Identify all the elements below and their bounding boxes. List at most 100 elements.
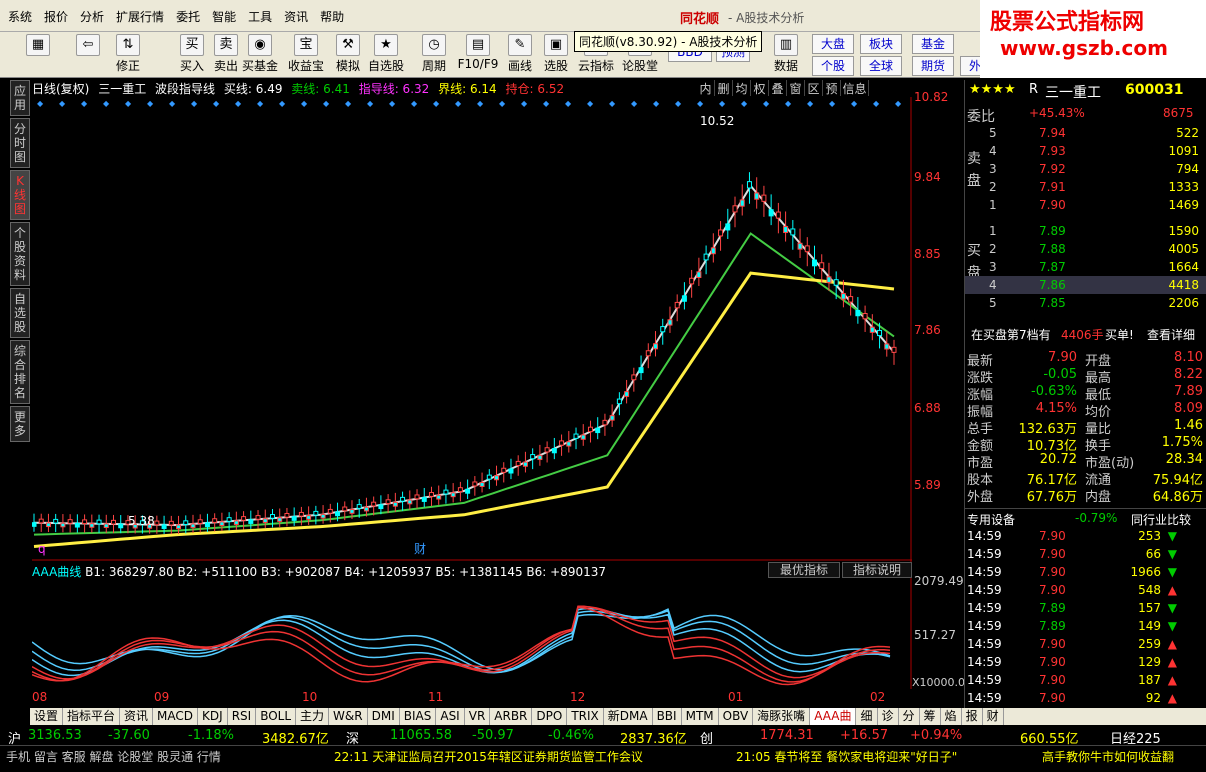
news-item-1[interactable]: 22:11 天津证监局召开2015年辖区证券期货监管工作会议: [334, 748, 643, 765]
nav-tab-2[interactable]: K线图: [10, 170, 30, 220]
sh-index[interactable]: 3136.53: [28, 728, 82, 743]
toolbar-button-15[interactable]: ▥ 数据: [768, 34, 804, 76]
menu-item-5[interactable]: 智能: [212, 8, 236, 25]
toolbar-button-2[interactable]: ⇅ 修正: [110, 34, 146, 76]
nav-tab-1[interactable]: 分时图: [10, 118, 30, 168]
indicator-tab-6[interactable]: BOLL: [256, 708, 297, 725]
chart-tab-5[interactable]: 窗: [787, 80, 805, 96]
menu-item-8[interactable]: 帮助: [320, 8, 344, 25]
toolbar-button-9[interactable]: ◷ 周期: [416, 34, 452, 76]
indicator-tab-0[interactable]: 设置: [30, 708, 64, 725]
indicator-tab-15[interactable]: TRIX: [567, 708, 604, 725]
toolbar-button-10[interactable]: ▤ F10/F9: [456, 34, 500, 76]
level-price[interactable]: 7.87: [1039, 260, 1066, 274]
toolbar-small-2[interactable]: 大盘: [812, 34, 854, 54]
nav-tab-4[interactable]: 自选股: [10, 288, 30, 338]
indicator-tab-20[interactable]: 海豚张嘴: [753, 708, 811, 725]
menu-item-2[interactable]: 分析: [80, 8, 104, 25]
toolbar-button-11[interactable]: ✎ 画线: [502, 34, 538, 76]
indicator-tab-5[interactable]: RSI: [228, 708, 257, 725]
period-label[interactable]: 日线(复权): [32, 82, 89, 96]
indicator-tab-18[interactable]: MTM: [682, 708, 719, 725]
indicator-tab-3[interactable]: MACD: [153, 708, 199, 725]
indicator-tab-16[interactable]: 新DMA: [604, 708, 653, 725]
indicator-tab-8[interactable]: W&R: [329, 708, 368, 725]
toolbar-button-6[interactable]: 宝收益宝: [288, 34, 324, 76]
toolbar-small-6[interactable]: 全球: [860, 56, 902, 76]
indicator-tab-7[interactable]: 主力: [296, 708, 330, 725]
chart-tab-7[interactable]: 预: [823, 80, 841, 96]
indicator-tab-17[interactable]: BBI: [653, 708, 682, 725]
indicator-tab-23[interactable]: 诊: [878, 708, 899, 725]
toolbar-button-1[interactable]: ⇦: [70, 34, 106, 76]
sector-name[interactable]: 专用设备: [967, 511, 1015, 528]
toolbar-button-5[interactable]: ◉ 买基金: [242, 34, 278, 76]
chart-tab-3[interactable]: 权: [751, 80, 769, 96]
news-item-2[interactable]: 21:05 春节将至 餐饮家电将迎来"好日子": [736, 748, 957, 765]
toolbar-button-4[interactable]: 卖卖出: [208, 34, 244, 76]
kline-chart[interactable]: ◆ ◆ ◆ ◆ ◆ ◆ ◆ ◆ ◆ ◆ ◆ ◆ ◆ ◆ ◆ ◆ ◆ ◆ ◆ ◆ ◆ ◆ ◆ ◆ ◆ ◆ ◆ ◆ ◆ ◆ ◆ ◆ ◆ ◆ ◆ ◆ ◆ ◆ ◆ ◆…: [32, 97, 912, 689]
indicator-tab-12[interactable]: VR: [465, 708, 491, 725]
toolbar-small-5[interactable]: 个股: [812, 56, 854, 76]
menu-item-3[interactable]: 扩展行情: [116, 8, 164, 25]
indicator-tab-22[interactable]: 细: [856, 708, 878, 725]
indicator-tab-19[interactable]: OBV: [719, 708, 754, 725]
indicator-tab-26[interactable]: 焰: [941, 708, 962, 725]
level-price[interactable]: 7.89: [1039, 224, 1066, 238]
toolbar-button-0[interactable]: ▦: [20, 34, 56, 76]
indicator-name[interactable]: 波段指导线: [155, 82, 215, 96]
toolbar-button-7[interactable]: ⚒ 模拟: [330, 34, 366, 76]
toolbar-button-3[interactable]: 买买入: [174, 34, 210, 76]
toolbar-small-4[interactable]: 基金: [912, 34, 954, 54]
indicator-tab-9[interactable]: DMI: [368, 708, 400, 725]
indicator-tab-11[interactable]: ASI: [436, 708, 465, 725]
nav-tab-6[interactable]: 更多: [10, 406, 30, 442]
indicator-tab-25[interactable]: 筹: [920, 708, 941, 725]
menu-item-0[interactable]: 系统: [8, 8, 32, 25]
level-price[interactable]: 7.94: [1039, 126, 1066, 140]
note-buy[interactable]: 买单!: [1105, 326, 1134, 343]
menu-item-4[interactable]: 委托: [176, 8, 200, 25]
level-price[interactable]: 7.91: [1039, 180, 1066, 194]
indicator-tab-13[interactable]: ARBR: [490, 708, 533, 725]
indicator-tab-24[interactable]: 分: [899, 708, 920, 725]
indicator-tab-27[interactable]: 报: [962, 708, 983, 725]
chart-tab-4[interactable]: 叠: [769, 80, 787, 96]
best-indicator-button[interactable]: 最优指标: [768, 562, 840, 578]
toolbar-button-12[interactable]: ▣ 选股: [538, 34, 574, 76]
toolbar-button-8[interactable]: ★ 自选股: [368, 34, 404, 76]
nav-tab-3[interactable]: 个股资料: [10, 222, 30, 286]
indicator-tab-28[interactable]: 财: [983, 708, 1004, 725]
menu-item-1[interactable]: 报价: [44, 8, 68, 25]
chart-tab-8[interactable]: 信息: [841, 80, 869, 96]
indicator-tab-1[interactable]: 指标平台: [63, 708, 121, 725]
nav-tab-5[interactable]: 综合排名: [10, 340, 30, 404]
level-price[interactable]: 7.85: [1039, 296, 1066, 310]
chart-tab-6[interactable]: 区: [805, 80, 823, 96]
nav-tab-0[interactable]: 应用: [10, 80, 30, 116]
chart-tab-1[interactable]: 删: [715, 80, 733, 96]
news-item-3[interactable]: 高手教你牛市如何收益翻: [1042, 748, 1174, 765]
level-price[interactable]: 7.93: [1039, 144, 1066, 158]
cy-index[interactable]: 1774.31: [760, 728, 814, 743]
indicator-tab-14[interactable]: DPO: [532, 708, 568, 725]
level-price[interactable]: 7.92: [1039, 162, 1066, 176]
indicator-tab-21[interactable]: AAA曲: [810, 708, 857, 725]
menu-item-7[interactable]: 资讯: [284, 8, 308, 25]
level-price[interactable]: 7.86: [1039, 278, 1066, 292]
indicator-help-button[interactable]: 指标说明: [842, 562, 912, 578]
toolbar-small-7[interactable]: 期货: [912, 56, 954, 76]
indicator-tab-4[interactable]: KDJ: [198, 708, 228, 725]
industry-compare-button[interactable]: 同行业比较: [1131, 511, 1191, 528]
quick-links[interactable]: 手机 留言 客服 解盘 论股堂 股灵通 行情: [6, 748, 221, 765]
chart-tab-2[interactable]: 均: [733, 80, 751, 96]
view-detail-link[interactable]: 查看详细: [1147, 326, 1195, 343]
chart-tab-0[interactable]: 内: [697, 80, 715, 96]
level-price[interactable]: 7.88: [1039, 242, 1066, 256]
level-price[interactable]: 7.90: [1039, 198, 1066, 212]
toolbar-small-3[interactable]: 板块: [860, 34, 902, 54]
sz-index[interactable]: 11065.58: [390, 728, 452, 743]
indicator-tab-2[interactable]: 资讯: [120, 708, 154, 725]
menu-item-6[interactable]: 工具: [248, 8, 272, 25]
indicator-tab-10[interactable]: BIAS: [400, 708, 437, 725]
